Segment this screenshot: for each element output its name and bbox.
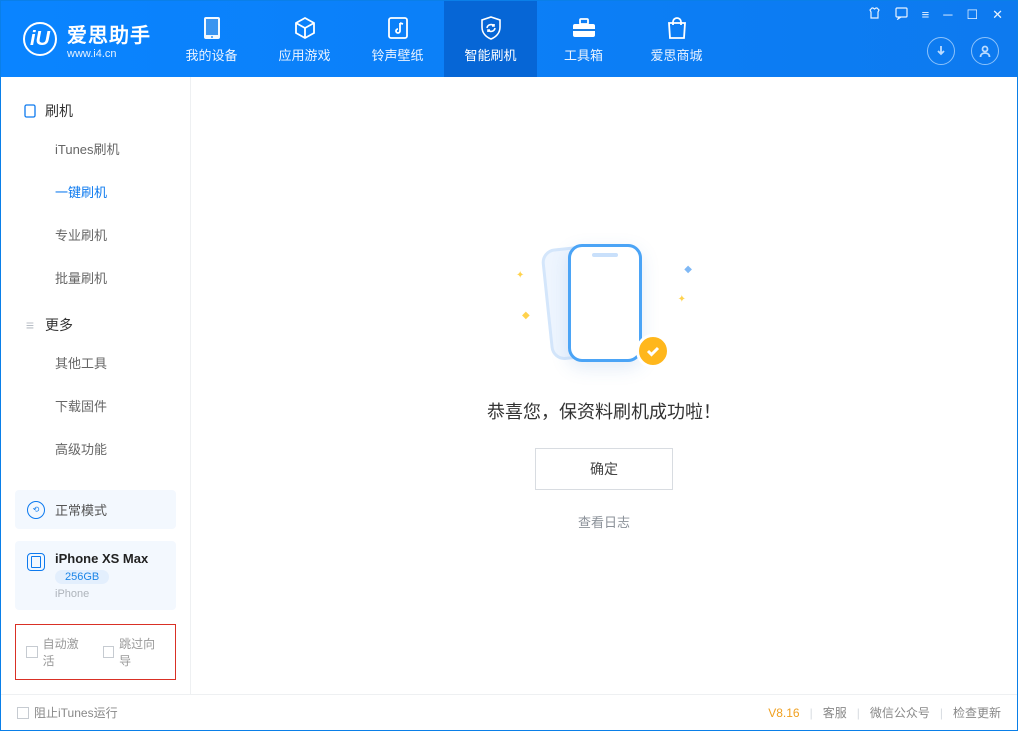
nav-tabs: 我的设备 应用游戏 铃声壁纸 智能刷机 工具箱 爱思商城	[165, 1, 723, 77]
nav-tab-my-device[interactable]: 我的设备	[165, 1, 258, 77]
feedback-icon[interactable]	[895, 7, 908, 23]
success-message: 恭喜您，保资料刷机成功啦！	[487, 398, 721, 424]
main-content: ✦◆ ◆✦ 恭喜您，保资料刷机成功啦！ 确定 查看日志	[191, 77, 1017, 694]
view-log-link[interactable]: 查看日志	[578, 512, 630, 531]
ok-button[interactable]: 确定	[535, 448, 673, 490]
sidebar-item-batch-flash[interactable]: 批量刷机	[1, 256, 190, 299]
list-icon: ≡	[23, 318, 37, 332]
footer: 阻止iTunes运行 V8.16 | 客服 | 微信公众号 | 检查更新	[1, 694, 1017, 730]
maximize-icon[interactable]: ☐	[966, 7, 978, 23]
header: iU 爱思助手 www.i4.cn 我的设备 应用游戏 铃声壁纸 智能刷机	[1, 1, 1017, 77]
nav-tab-smart-flash[interactable]: 智能刷机	[444, 1, 537, 77]
device-capacity: 256GB	[55, 570, 109, 584]
minimize-icon[interactable]: ─	[943, 7, 952, 23]
music-note-icon	[387, 15, 409, 41]
download-button[interactable]	[927, 37, 955, 65]
menu-icon[interactable]: ≡	[922, 7, 930, 23]
user-button[interactable]	[971, 37, 999, 65]
footer-link-wechat[interactable]: 微信公众号	[870, 704, 930, 721]
version-label: V8.16	[768, 706, 799, 720]
nav-tab-ringtone-wallpaper[interactable]: 铃声壁纸	[351, 1, 444, 77]
check-badge-icon	[636, 334, 670, 368]
toolbox-icon	[571, 15, 597, 41]
logo[interactable]: iU 爱思助手 www.i4.cn	[1, 19, 165, 60]
mode-label: 正常模式	[55, 500, 107, 519]
sidebar-group-head-more[interactable]: ≡ 更多	[1, 309, 190, 341]
skip-guide-checkbox[interactable]: 跳过向导	[103, 635, 166, 669]
sidebar-group-head-flash[interactable]: 刷机	[1, 95, 190, 127]
footer-link-support[interactable]: 客服	[823, 704, 847, 721]
block-itunes-checkbox[interactable]: 阻止iTunes运行	[17, 704, 118, 721]
app-window: iU 爱思助手 www.i4.cn 我的设备 应用游戏 铃声壁纸 智能刷机	[0, 0, 1018, 731]
logo-text: 爱思助手 www.i4.cn	[67, 19, 151, 60]
sidebar-item-pro-flash[interactable]: 专业刷机	[1, 213, 190, 256]
phone-icon	[203, 15, 221, 41]
device-small-icon	[23, 104, 37, 118]
sidebar-item-advanced[interactable]: 高级功能	[1, 427, 190, 470]
sidebar: 刷机 iTunes刷机 一键刷机 专业刷机 批量刷机 ≡ 更多 其他工具 下载固…	[1, 77, 191, 694]
device-info: iPhone XS Max 256GB iPhone	[55, 551, 148, 600]
logo-icon: iU	[23, 22, 57, 56]
nav-tab-apps-games[interactable]: 应用游戏	[258, 1, 351, 77]
sidebar-item-other-tools[interactable]: 其他工具	[1, 341, 190, 384]
sidebar-item-download-firmware[interactable]: 下载固件	[1, 384, 190, 427]
cube-icon	[293, 15, 317, 41]
bag-icon	[666, 15, 688, 41]
sidebar-group-flash: 刷机 iTunes刷机 一键刷机 专业刷机 批量刷机	[1, 95, 190, 309]
device-name: iPhone XS Max	[55, 551, 148, 566]
checkbox-icon	[103, 646, 115, 658]
sidebar-item-one-click-flash[interactable]: 一键刷机	[1, 170, 190, 213]
device-selector[interactable]: iPhone XS Max 256GB iPhone	[15, 541, 176, 610]
options-row-highlighted: 自动激活 跳过向导	[15, 624, 176, 680]
body: 刷机 iTunes刷机 一键刷机 专业刷机 批量刷机 ≡ 更多 其他工具 下载固…	[1, 77, 1017, 694]
success-illustration: ✦◆ ◆✦	[524, 240, 684, 380]
nav-tab-toolbox[interactable]: 工具箱	[537, 1, 630, 77]
nav-tab-store[interactable]: 爱思商城	[630, 1, 723, 77]
shirt-icon[interactable]	[868, 7, 881, 23]
app-name: 爱思助手	[67, 19, 151, 48]
device-subtitle: iPhone	[55, 588, 148, 600]
footer-right: V8.16 | 客服 | 微信公众号 | 检查更新	[768, 704, 1001, 721]
header-action-buttons	[927, 37, 999, 65]
mode-selector[interactable]: ⟲ 正常模式	[15, 490, 176, 529]
close-icon[interactable]: ✕	[992, 7, 1003, 23]
window-controls-row: ≡ ─ ☐ ✕	[868, 7, 1003, 23]
sidebar-group-more: ≡ 更多 其他工具 下载固件 高级功能	[1, 309, 190, 480]
sidebar-item-itunes-flash[interactable]: iTunes刷机	[1, 127, 190, 170]
auto-activate-checkbox[interactable]: 自动激活	[26, 635, 89, 669]
checkbox-icon	[17, 707, 29, 719]
checkbox-icon	[26, 646, 38, 658]
device-icon	[27, 553, 45, 571]
mode-icon: ⟲	[27, 501, 45, 519]
app-url: www.i4.cn	[67, 48, 151, 60]
refresh-shield-icon	[478, 15, 504, 41]
footer-link-check-update[interactable]: 检查更新	[953, 704, 1001, 721]
